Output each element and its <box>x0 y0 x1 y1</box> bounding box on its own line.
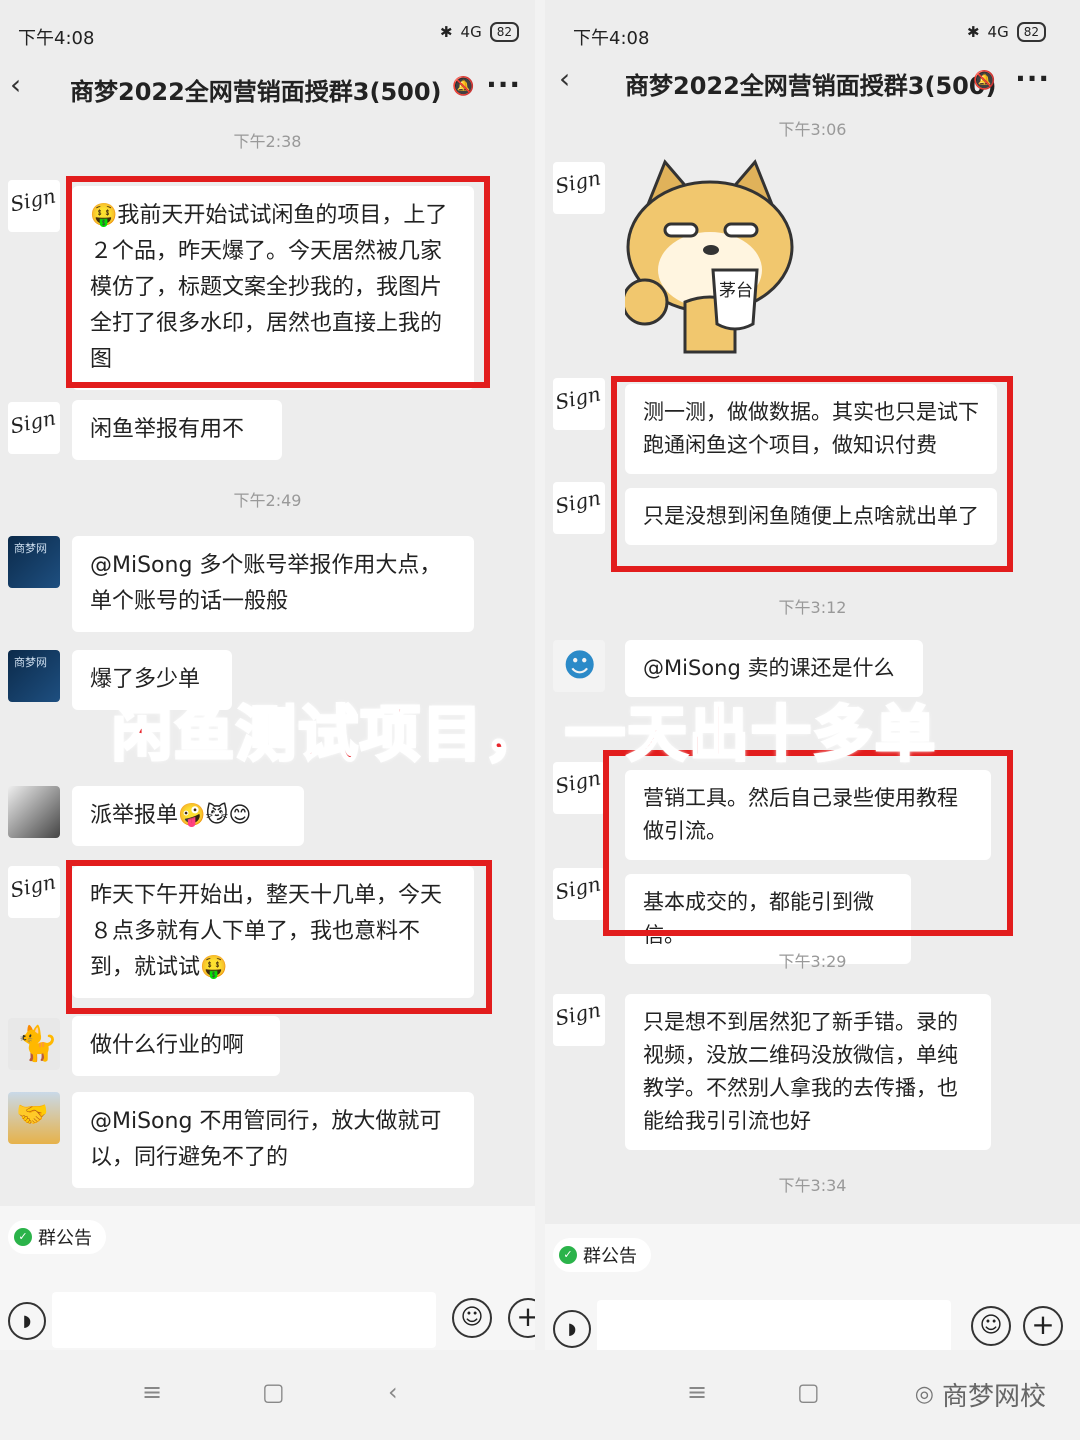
battery-icon: 82 <box>489 22 519 42</box>
chat-header: ‹ 商梦2022全网营销面授群3(500) 🔕 ··· <box>0 58 535 120</box>
headline-overlay-right: 一天出十多单 <box>564 699 937 772</box>
message-input[interactable] <box>52 1292 436 1348</box>
message-bubble: 做什么行业的啊 <box>72 1016 280 1076</box>
message-bubble: @MiSong 不用管同行，放大做就可以，同行避免不了的 <box>72 1092 474 1188</box>
avatar[interactable]: Sign <box>8 402 60 454</box>
message-bubble: 只是没想到闲鱼随便上点啥就出单了 <box>625 488 997 545</box>
message-bubble: 测一测，做做数据。其实也只是试下跑通闲鱼这个项目，做知识付费 <box>625 384 997 474</box>
notice-icon: ✓ <box>559 1246 577 1264</box>
more-options-icon[interactable]: ··· <box>1015 62 1050 95</box>
message-bubble: 营销工具。然后自己录些使用教程做引流。 <box>625 770 991 860</box>
menu-icon[interactable]: ≡ <box>142 1378 162 1406</box>
notice-icon: ✓ <box>14 1228 32 1246</box>
timestamp: 下午3:29 <box>778 952 847 971</box>
group-notice-label: 群公告 <box>583 1246 637 1267</box>
doge-sticker-image <box>621 159 794 354</box>
home-icon[interactable]: ▢ <box>262 1378 285 1406</box>
timestamp: 下午3:12 <box>778 598 847 617</box>
back-icon[interactable]: ‹ <box>559 62 570 95</box>
bluetooth-icon: ✱ <box>966 23 980 41</box>
plus-icon[interactable]: + <box>508 1298 535 1338</box>
group-notice-button[interactable]: ✓ 群公告 <box>553 1238 651 1272</box>
group-notice-label: 群公告 <box>38 1228 92 1249</box>
signal-icon: 4G <box>987 23 1009 41</box>
avatar[interactable]: 🤝 <box>8 1092 60 1144</box>
menu-icon[interactable]: ≡ <box>687 1378 707 1406</box>
message-bubble: 派举报单🤪😼😊 <box>72 786 304 846</box>
plus-icon[interactable]: + <box>1023 1306 1063 1346</box>
status-time: 下午4:08 <box>18 28 95 49</box>
group-notice-button[interactable]: ✓ 群公告 <box>8 1220 106 1254</box>
back-nav-icon[interactable]: ‹ <box>388 1378 398 1406</box>
avatar[interactable]: 🐈 <box>8 1018 60 1070</box>
doge-sticker: 茅台 <box>621 152 795 362</box>
status-bar: 下午4:08 ✱ 4G 82 <box>545 18 1080 52</box>
message-bubble: 只是想不到居然犯了新手错。录的视频，没放二维码没放微信，单纯教学。不然别人拿我的… <box>625 994 991 1150</box>
emoji-icon[interactable]: ☺ <box>971 1306 1011 1346</box>
message-bubble: 昨天下午开始出，整天十几单，今天８点多就有人下单了，我也意料不到，就试试🤑 <box>72 866 474 998</box>
watermark-text: 商梦网校 <box>941 1382 1046 1412</box>
timestamp: 下午3:06 <box>778 120 847 139</box>
timestamp: 下午3:34 <box>778 1176 847 1195</box>
timestamp: 下午2:49 <box>233 491 302 510</box>
voice-icon[interactable]: ◗ <box>8 1302 46 1340</box>
avatar[interactable]: Sign <box>8 866 60 918</box>
status-icons: ✱ 4G 82 <box>967 22 1046 42</box>
status-time: 下午4:08 <box>573 28 650 49</box>
headline-overlay-left: 闲鱼测试项目， <box>111 699 546 772</box>
message-bubble: 闲鱼举报有用不 <box>72 400 282 460</box>
avatar[interactable]: Sign <box>553 482 605 534</box>
status-bar: 下午4:08 ✱ 4G 82 <box>0 18 535 52</box>
back-icon[interactable]: ‹ <box>10 68 21 101</box>
chat-header: ‹ 商梦2022全网营销面授群3(500) 🔕 ··· <box>545 52 1080 114</box>
bluetooth-icon: ✱ <box>439 23 453 41</box>
avatar[interactable]: Sign <box>553 378 605 430</box>
voice-icon[interactable]: ◗ <box>553 1310 591 1348</box>
signal-icon: 4G <box>460 23 482 41</box>
watermark: ◎ 商梦网校 <box>915 1376 1046 1413</box>
avatar[interactable]: Sign <box>553 162 605 214</box>
avatar[interactable]: Sign <box>553 868 605 920</box>
sticker-label: 茅台 <box>719 281 753 301</box>
avatar[interactable]: 商梦网 <box>8 536 60 588</box>
avatar[interactable]: Sign <box>553 994 605 1046</box>
message-input[interactable] <box>597 1300 951 1356</box>
avatar[interactable]: ☻ <box>553 640 605 692</box>
chat-title: 商梦2022全网营销面授群3(500) <box>70 78 442 106</box>
emoji-icon[interactable]: ☺ <box>452 1298 492 1338</box>
chat-title: 商梦2022全网营销面授群3(500) <box>625 72 997 100</box>
message-bubble: 🤑我前天开始试试闲鱼的项目，上了２个品，昨天爆了。今天居然被几家模仿了，标题文案… <box>72 186 474 390</box>
status-icons: ✱ 4G 82 <box>440 22 519 42</box>
mute-bell-icon: 🔕 <box>973 70 996 91</box>
mute-bell-icon: 🔕 <box>452 76 475 97</box>
wechat-icon: ◎ <box>914 1382 934 1407</box>
timestamp: 下午2:38 <box>233 132 302 151</box>
avatar[interactable]: Sign <box>8 180 60 232</box>
more-options-icon[interactable]: ··· <box>486 68 521 101</box>
battery-icon: 82 <box>1016 22 1046 42</box>
system-nav-bar: ≡ ▢ ‹ <box>0 1350 535 1440</box>
home-icon[interactable]: ▢ <box>797 1378 820 1406</box>
avatar[interactable]: 商梦网 <box>8 650 60 702</box>
message-bubble: @MiSong 多个账号举报作用大点，单个账号的话一般般 <box>72 536 474 632</box>
avatar[interactable] <box>8 786 60 838</box>
